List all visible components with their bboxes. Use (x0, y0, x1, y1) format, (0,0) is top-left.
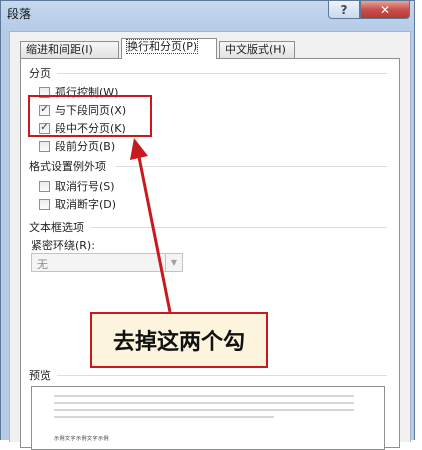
divider (57, 375, 387, 376)
tab-asian-typography[interactable]: 中文版式(H) (219, 41, 295, 58)
page-break-before-label: 段前分页(B) (55, 140, 116, 153)
preview-sample-text: 示例文字示例文字示例 (54, 436, 110, 442)
divider (91, 227, 387, 228)
tight-wrap-label: 紧密环绕(R): (31, 239, 95, 252)
paragraph-dialog: 段落 ? ✕ 缩进和间距(I) 换行和分页(P) 中文版式(H) 分页 孤行控制… (0, 0, 415, 450)
preview-line (54, 409, 354, 411)
tight-wrap-value: 无 (37, 258, 48, 271)
tab-line-page-breaks[interactable]: 换行和分页(P) (121, 38, 217, 59)
tab-label: 缩进和间距(I) (26, 43, 93, 56)
preview-line (54, 395, 354, 397)
textbox-options-section-label: 文本框选项 (29, 221, 84, 234)
annotation-callout: 去掉这两个勾 (90, 312, 268, 368)
tab-label: 中文版式(H) (225, 43, 286, 56)
chevron-down-icon[interactable]: ▼ (165, 254, 182, 271)
tab-label: 换行和分页(P) (125, 39, 199, 54)
suppress-line-numbers-label: 取消行号(S) (55, 180, 115, 193)
preview-section-label: 预览 (29, 369, 51, 382)
dialog-body: 缩进和间距(I) 换行和分页(P) 中文版式(H) 分页 孤行控制(W) ✓ 与… (9, 31, 411, 450)
page-break-before-checkbox[interactable] (39, 140, 50, 152)
annotation-highlight-box (28, 95, 152, 137)
tight-wrap-select[interactable]: 无 ▼ (31, 253, 183, 272)
page-break-before-option[interactable]: 段前分页(B) (39, 138, 115, 154)
tab-indents-spacing[interactable]: 缩进和间距(I) (20, 41, 119, 58)
preview-line (54, 402, 354, 404)
no-hyphenation-checkbox[interactable] (39, 198, 50, 210)
suppress-line-numbers-option[interactable]: 取消行号(S) (39, 178, 115, 194)
pagination-section-label: 分页 (29, 67, 51, 80)
close-button[interactable]: ✕ (360, 1, 410, 19)
divider (57, 73, 387, 74)
divider (116, 166, 387, 167)
help-button[interactable]: ? (328, 1, 360, 19)
suppress-line-numbers-checkbox[interactable] (39, 180, 50, 192)
formatting-exceptions-section-label: 格式设置例外项 (29, 160, 106, 173)
no-hyphenation-label: 取消断字(D) (55, 198, 117, 211)
preview-box: 示例文字示例文字示例 (31, 386, 385, 450)
preview-line (54, 416, 274, 418)
dialog-title: 段落 (7, 7, 32, 21)
no-hyphenation-option[interactable]: 取消断字(D) (39, 196, 116, 212)
